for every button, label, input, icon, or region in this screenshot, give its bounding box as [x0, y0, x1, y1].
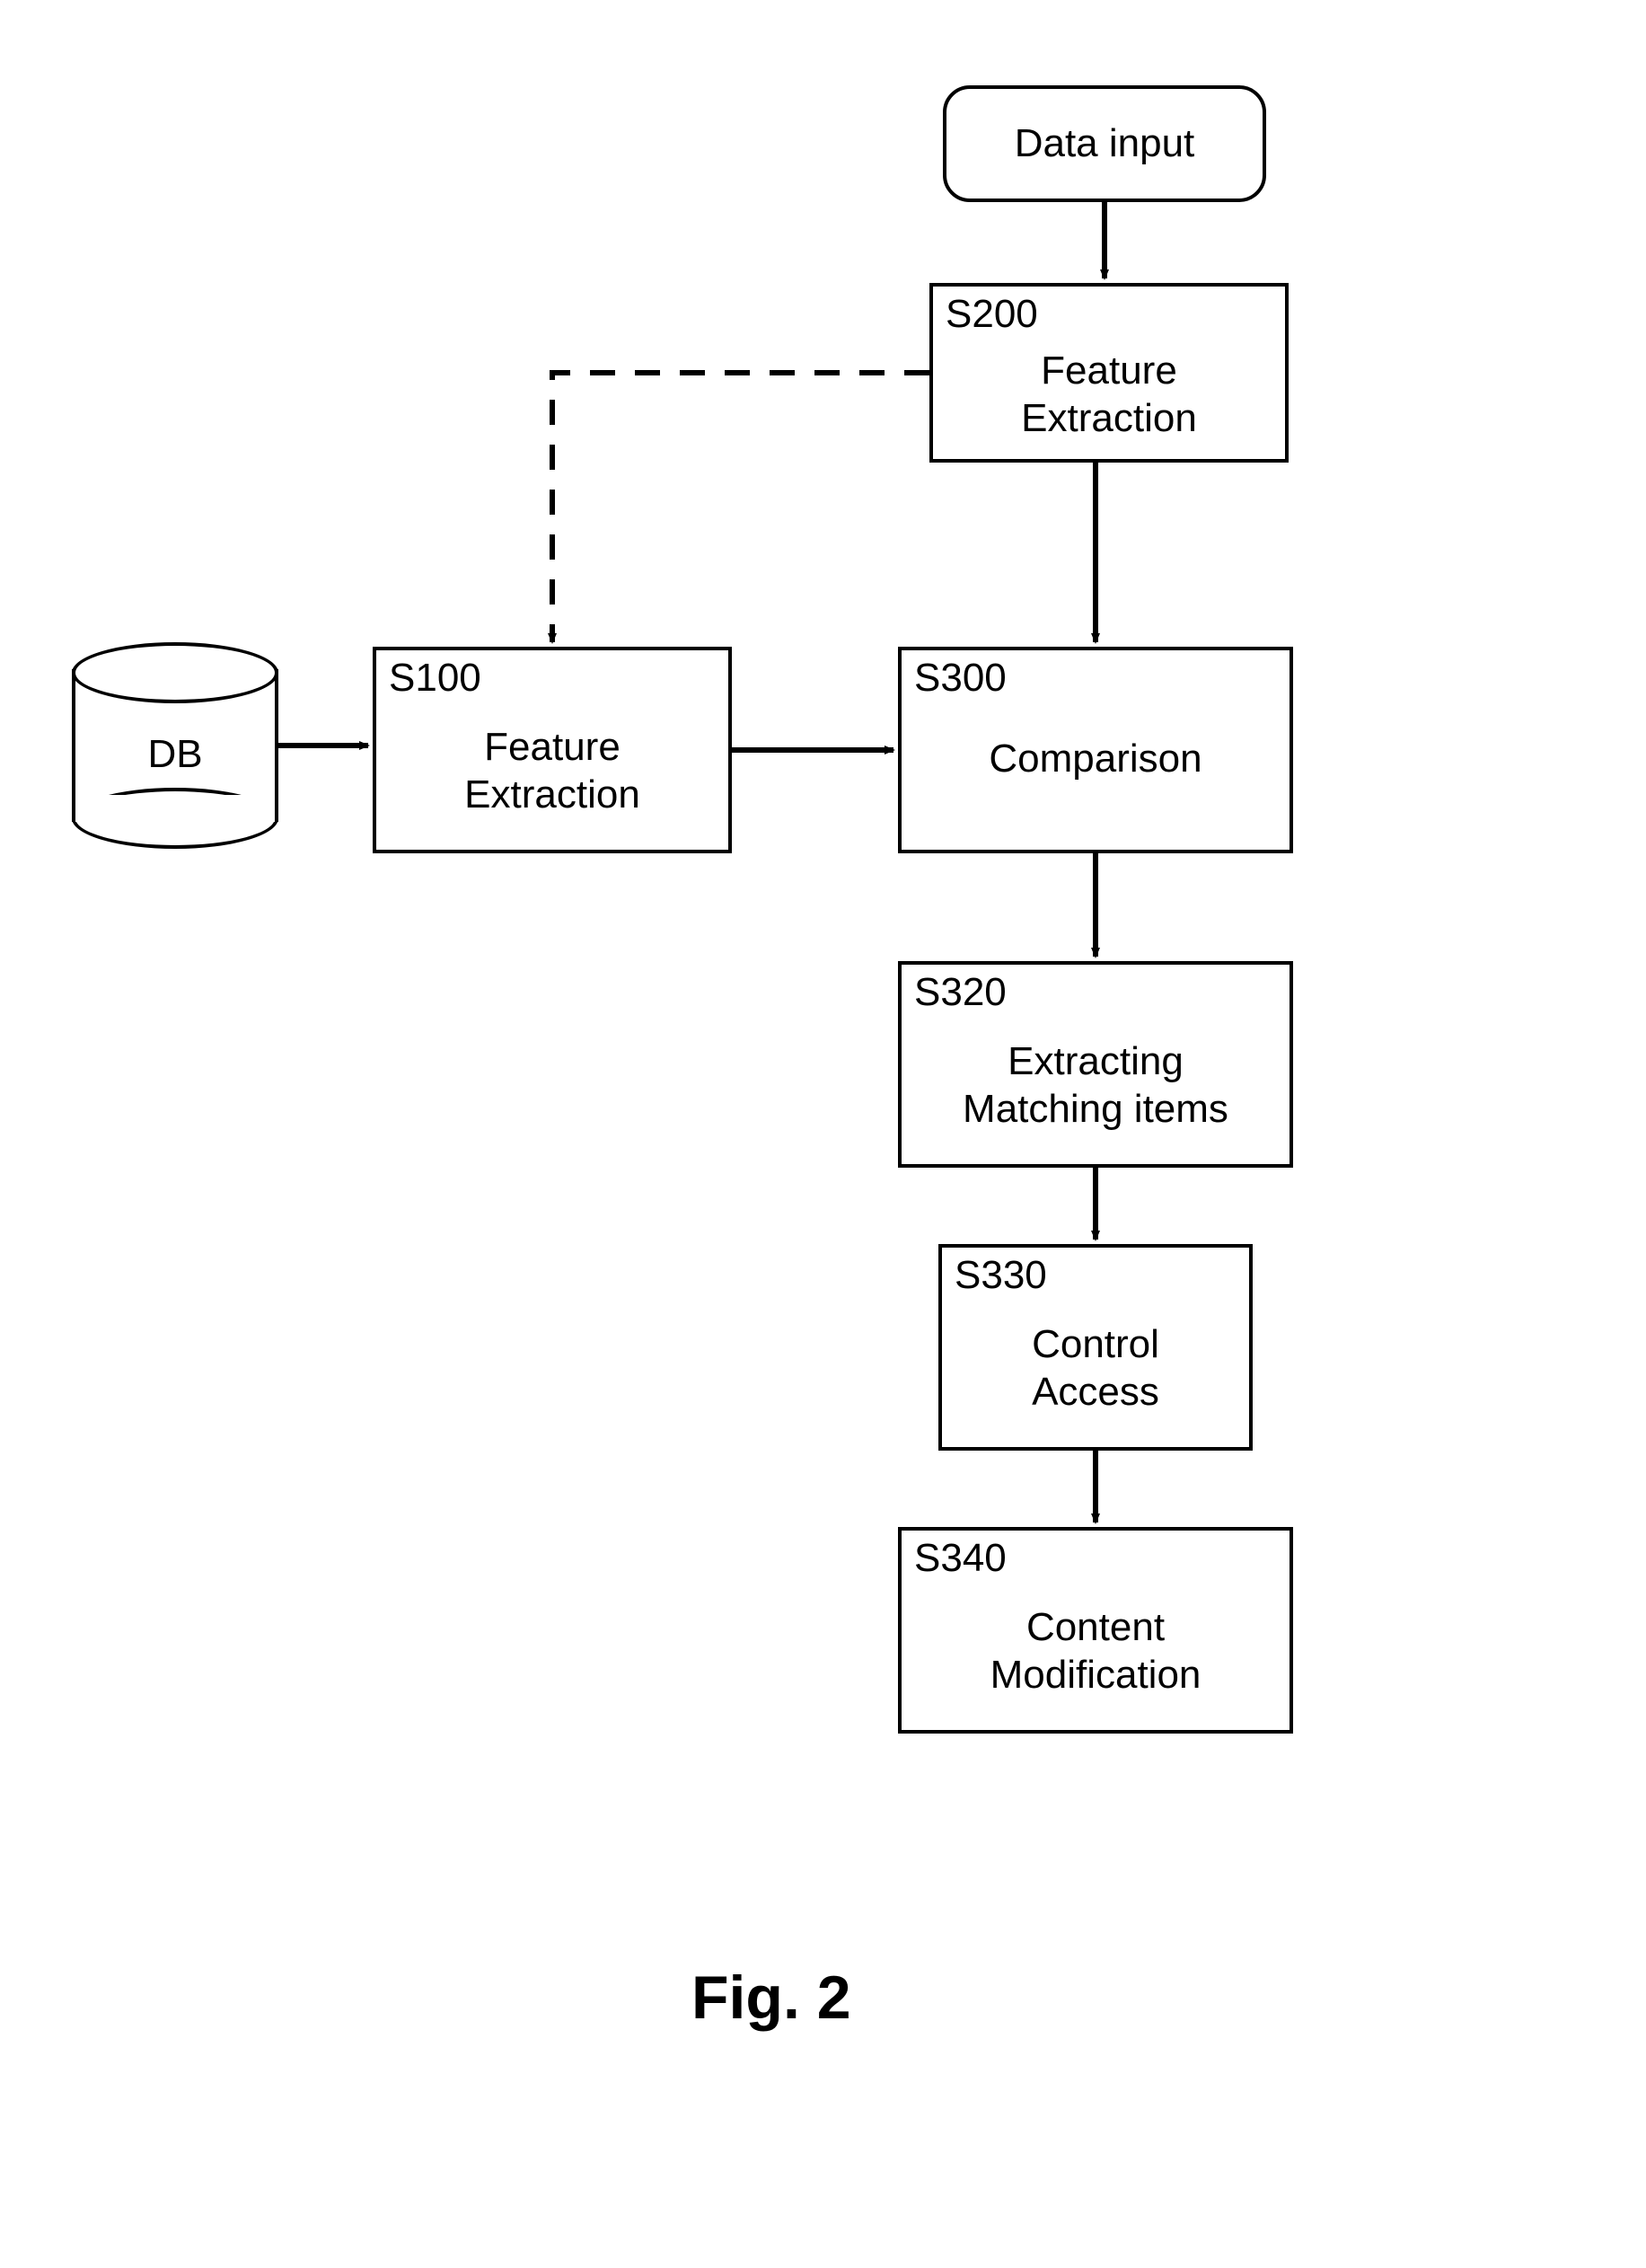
db-label: DB [72, 732, 278, 777]
arrow-s200-s100-dashed [552, 373, 929, 642]
step-s200: S200 FeatureExtraction [929, 283, 1289, 463]
step-s200-id: S200 [946, 292, 1038, 337]
step-s330-id: S330 [955, 1253, 1047, 1298]
db-cylinder: DB [72, 642, 278, 849]
step-s330-label: ControlAccess [942, 1321, 1249, 1416]
step-s100-label: FeatureExtraction [376, 724, 728, 819]
data-input-node: Data input [943, 85, 1266, 202]
data-input-label: Data input [1015, 121, 1195, 166]
step-s300-label: Comparison [902, 736, 1290, 783]
step-s200-label: FeatureExtraction [933, 348, 1285, 443]
step-s340-label: ContentModification [902, 1604, 1290, 1699]
step-s100: S100 FeatureExtraction [373, 647, 732, 853]
step-s320-id: S320 [914, 970, 1007, 1015]
step-s340-id: S340 [914, 1536, 1007, 1581]
step-s320-label: ExtractingMatching items [902, 1038, 1290, 1134]
flowchart-canvas: Data input S200 FeatureExtraction DB S10… [0, 0, 1646, 2268]
step-s100-id: S100 [389, 656, 481, 701]
step-s330: S330 ControlAccess [938, 1244, 1253, 1451]
step-s300: S300 Comparison [898, 647, 1293, 853]
step-s340: S340 ContentModification [898, 1527, 1293, 1734]
figure-caption: Fig. 2 [691, 1963, 851, 2033]
step-s320: S320 ExtractingMatching items [898, 961, 1293, 1168]
step-s300-id: S300 [914, 656, 1007, 701]
arrow-overlay [0, 0, 1646, 2268]
